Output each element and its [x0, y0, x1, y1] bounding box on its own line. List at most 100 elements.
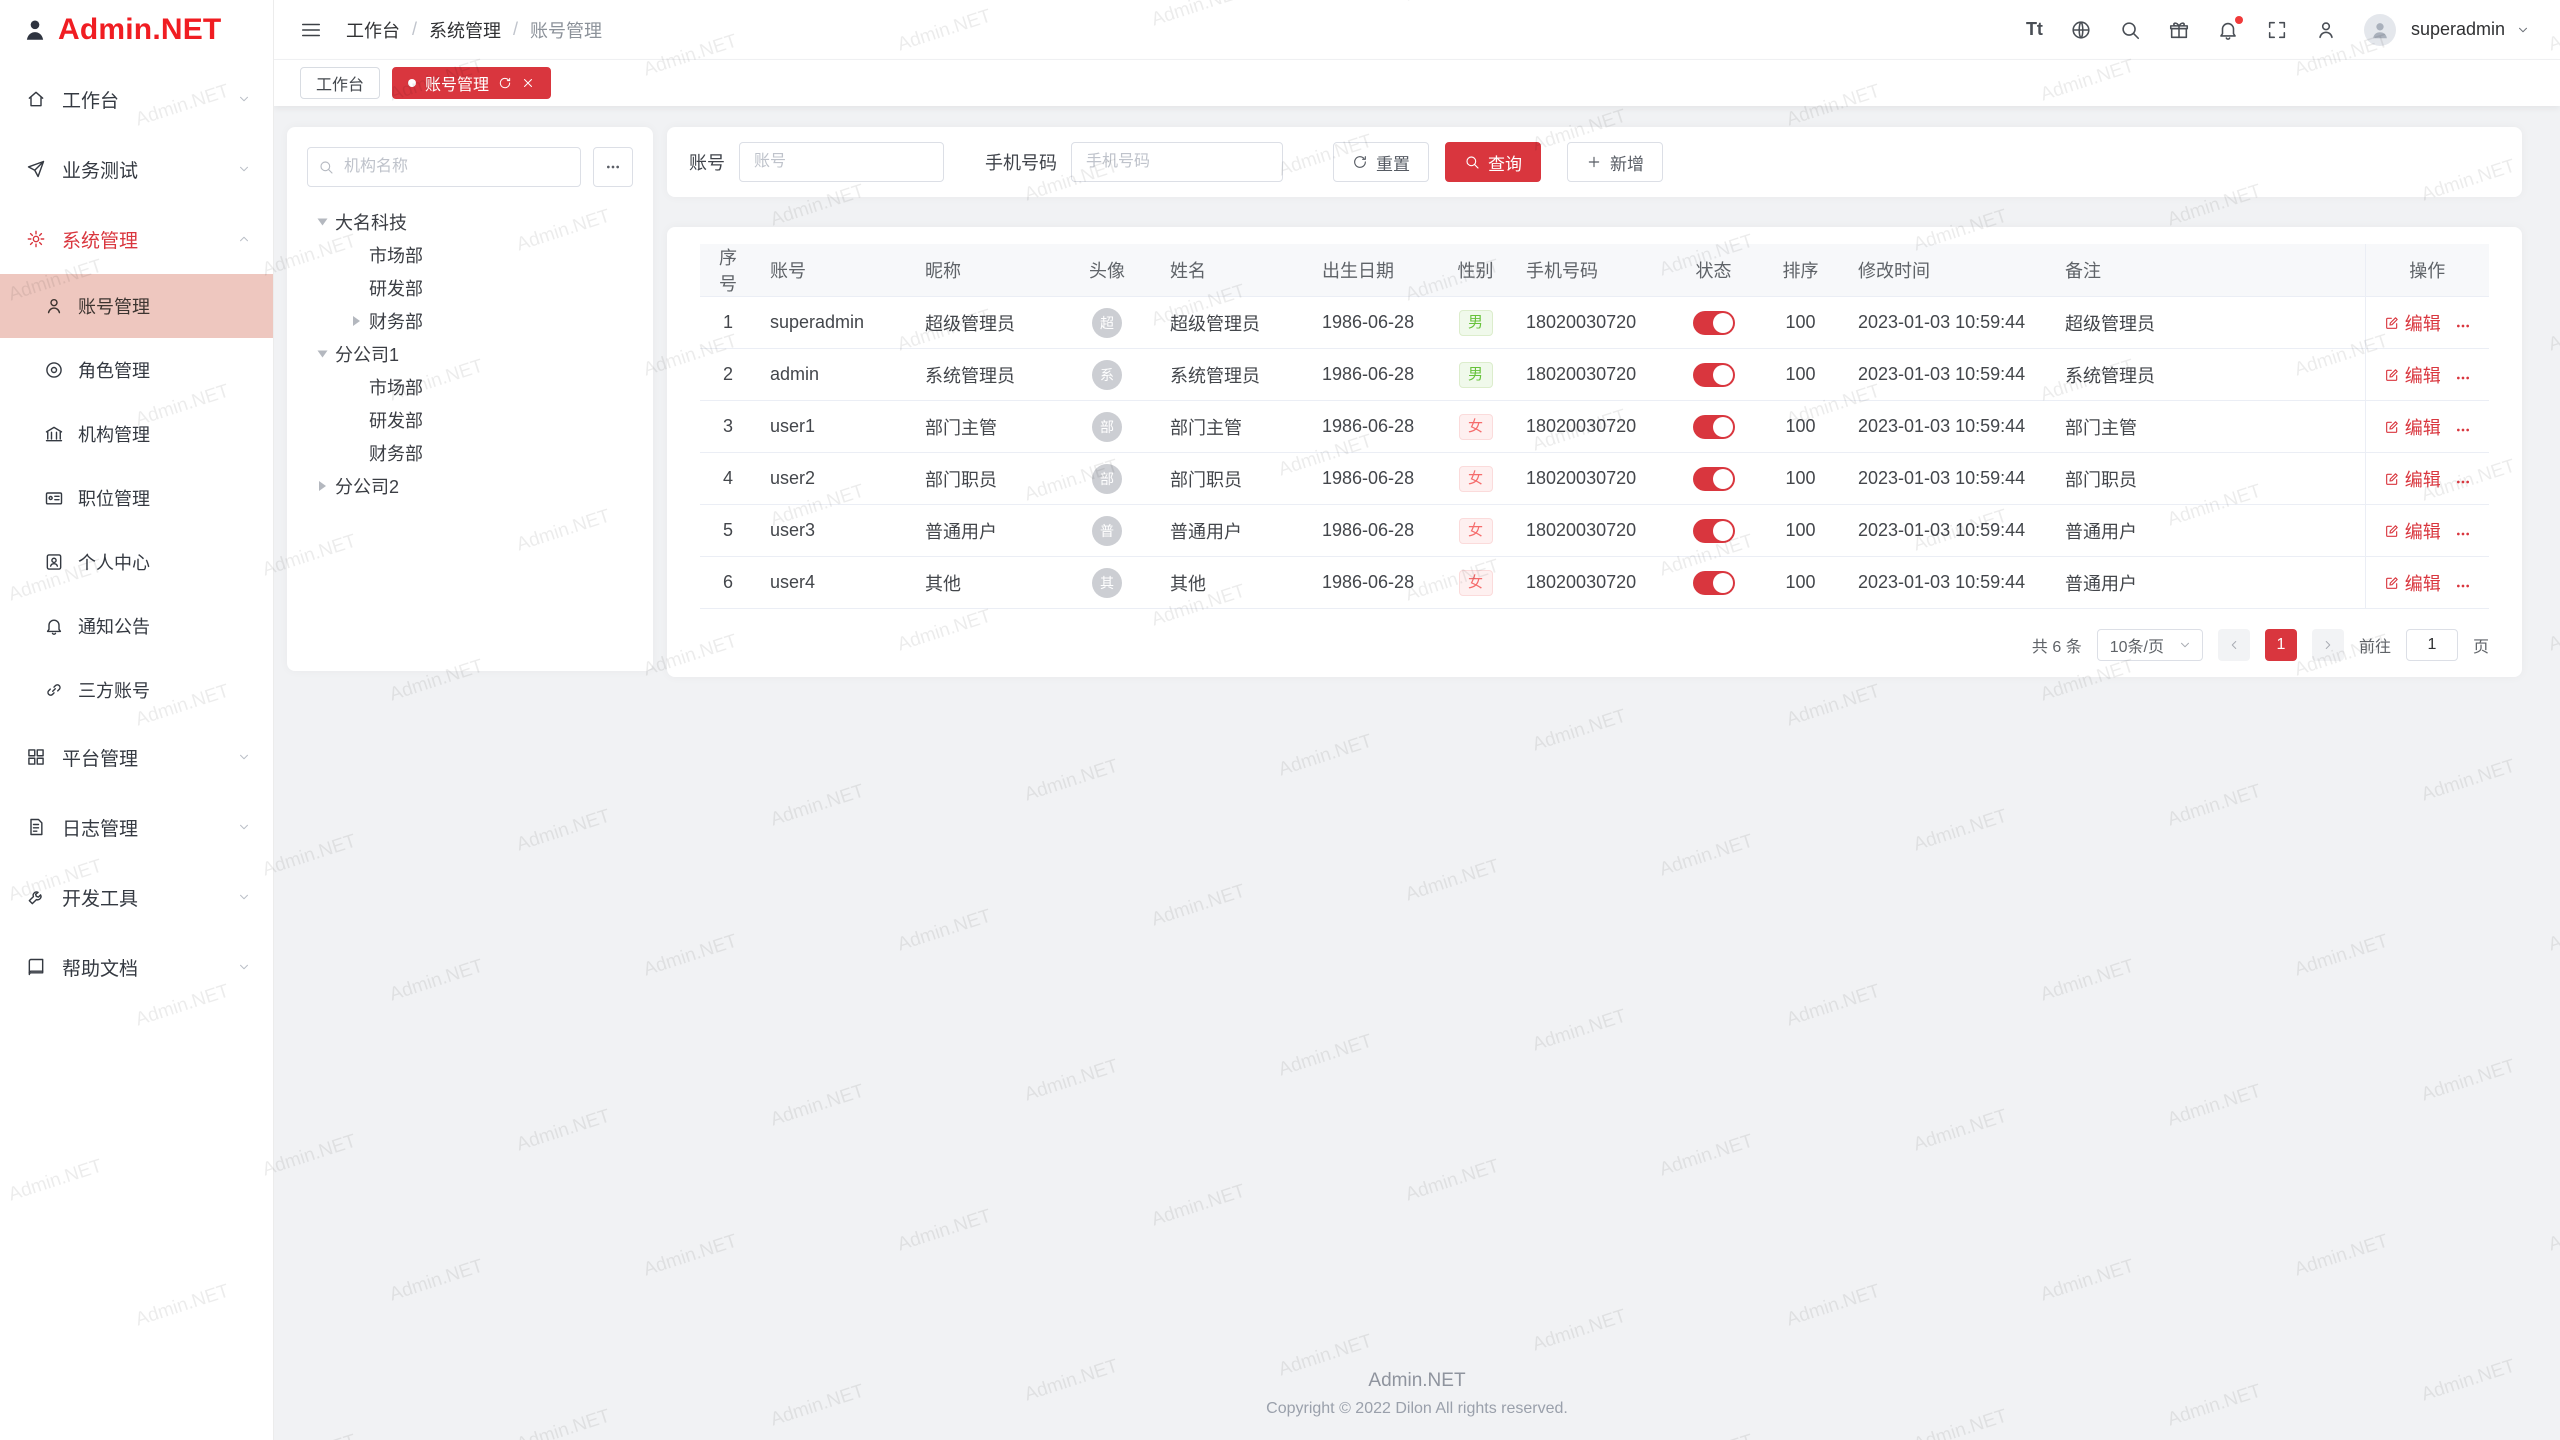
sidebar-item-org-mgmt[interactable]: 机构管理 [0, 402, 273, 466]
cell-remark: 超级管理员 [2051, 297, 2365, 349]
logo[interactable]: Admin.NET [0, 0, 273, 60]
tree-node[interactable]: 分公司1 [307, 337, 633, 370]
caret-right-icon[interactable] [319, 481, 326, 491]
font-size-icon[interactable]: Tt [2026, 19, 2043, 40]
sidebar-item-label: 日志管理 [62, 814, 138, 841]
caret-down-icon[interactable] [318, 350, 328, 357]
toggle-knob [1713, 469, 1733, 489]
sidebar-item-account-mgmt[interactable]: 账号管理 [0, 274, 273, 338]
sidebar-item-platform-mgmt[interactable]: 平台管理 [0, 722, 273, 792]
close-icon[interactable] [521, 76, 535, 90]
total-count: 共 6 条 [2032, 633, 2082, 657]
status-toggle[interactable] [1693, 571, 1735, 595]
toggle-knob [1713, 573, 1733, 593]
tree-node[interactable]: 市场部 [307, 370, 633, 403]
more-actions-button[interactable] [2455, 370, 2471, 386]
breadcrumb-item[interactable]: 工作台 [346, 17, 400, 43]
fullscreen-icon[interactable] [2266, 19, 2288, 41]
avatar: 部 [1092, 412, 1122, 442]
tree-node[interactable]: 财务部 [307, 436, 633, 469]
tab-workbench[interactable]: 工作台 [300, 67, 380, 99]
refresh-icon[interactable] [498, 76, 512, 90]
search-icon[interactable] [2119, 19, 2141, 41]
bell-icon[interactable] [2217, 19, 2239, 41]
more-actions-button[interactable] [2455, 474, 2471, 490]
chevron-down-icon[interactable] [2516, 23, 2530, 37]
sidebar-item-workbench[interactable]: 工作台 [0, 64, 273, 134]
reset-button[interactable]: 重置 [1333, 142, 1429, 182]
sidebar-item-help-docs[interactable]: 帮助文档 [0, 932, 273, 1002]
page-size-value: 10条/页 [2110, 633, 2164, 657]
sidebar-item-thirdparty-account[interactable]: 三方账号 [0, 658, 273, 722]
tree-node-label: 财务部 [369, 440, 423, 466]
cell-avatar: 部 [1058, 453, 1156, 505]
table-row: 5 user3 普通用户 普 普通用户 1986-06-28 女 1802003… [700, 505, 2489, 557]
breadcrumb-item[interactable]: 系统管理 [429, 17, 501, 43]
sidebar-item-notice[interactable]: 通知公告 [0, 594, 273, 658]
bell-icon [44, 616, 64, 636]
username[interactable]: superadmin [2411, 19, 2505, 40]
cell-remark: 普通用户 [2051, 557, 2365, 609]
gift-icon[interactable] [2168, 19, 2190, 41]
edit-button[interactable]: 编辑 [2384, 414, 2441, 440]
tree-node-label: 分公司2 [335, 473, 399, 499]
more-actions-button[interactable] [2455, 578, 2471, 594]
tree-node[interactable]: 大名科技 [307, 205, 633, 238]
org-tree: 大名科技 市场部 研发部 财务部 分公司1 市场部 研发部 财务部 分公司2 [307, 187, 633, 502]
caret-right-icon[interactable] [353, 316, 360, 326]
edit-button[interactable]: 编辑 [2384, 466, 2441, 492]
caret-down-icon[interactable] [318, 218, 328, 225]
col-remark: 备注 [2051, 244, 2365, 297]
cell-modified: 2023-01-03 10:59:44 [1844, 557, 2051, 609]
goto-page-input[interactable] [2406, 629, 2458, 661]
status-toggle[interactable] [1693, 467, 1735, 491]
tree-node[interactable]: 研发部 [307, 271, 633, 304]
refresh-icon [1352, 154, 1368, 170]
edit-button[interactable]: 编辑 [2384, 518, 2441, 544]
sidebar-item-dev-tools[interactable]: 开发工具 [0, 862, 273, 932]
account-input[interactable] [739, 142, 944, 182]
status-toggle[interactable] [1693, 415, 1735, 439]
sidebar-item-role-mgmt[interactable]: 角色管理 [0, 338, 273, 402]
edit-button[interactable]: 编辑 [2384, 570, 2441, 596]
phone-input[interactable] [1071, 142, 1283, 182]
sidebar: Admin.NET 工作台 业务测试 系统管理 账号管理 角色管理 机构管理 [0, 0, 274, 1440]
sidebar-item-log-mgmt[interactable]: 日志管理 [0, 792, 273, 862]
more-actions-button[interactable] [2455, 526, 2471, 542]
status-toggle[interactable] [1693, 363, 1735, 387]
col-phone: 手机号码 [1512, 244, 1670, 297]
more-actions-button[interactable] [2455, 422, 2471, 438]
tree-node[interactable]: 市场部 [307, 238, 633, 271]
edit-button[interactable]: 编辑 [2384, 362, 2441, 388]
cell-account: admin [756, 349, 911, 401]
cell-avatar: 部 [1058, 401, 1156, 453]
gender-badge: 男 [1459, 362, 1493, 388]
org-search-input[interactable] [307, 147, 581, 187]
sidebar-item-profile-center[interactable]: 个人中心 [0, 530, 273, 594]
avatar[interactable] [2364, 14, 2396, 46]
book-icon [26, 957, 46, 977]
status-toggle[interactable] [1693, 311, 1735, 335]
tab-account-mgmt[interactable]: 账号管理 [392, 67, 551, 99]
add-button[interactable]: 新增 [1567, 142, 1663, 182]
sidebar-item-position-mgmt[interactable]: 职位管理 [0, 466, 273, 530]
cell-order: 100 [1757, 505, 1844, 557]
user-icon[interactable] [2315, 19, 2337, 41]
sidebar-item-biz-test[interactable]: 业务测试 [0, 134, 273, 204]
edit-button[interactable]: 编辑 [2384, 310, 2441, 336]
language-globe-icon[interactable] [2070, 19, 2092, 41]
page-number-button[interactable]: 1 [2265, 629, 2297, 661]
search-button[interactable]: 查询 [1445, 142, 1541, 182]
more-actions-button[interactable] [2455, 318, 2471, 334]
search-icon [1464, 154, 1480, 170]
org-more-button[interactable] [593, 147, 633, 187]
sidebar-item-system-mgmt[interactable]: 系统管理 [0, 204, 273, 274]
hamburger-menu-icon[interactable] [300, 19, 322, 41]
tree-node[interactable]: 分公司2 [307, 469, 633, 502]
tree-node[interactable]: 财务部 [307, 304, 633, 337]
tree-node[interactable]: 研发部 [307, 403, 633, 436]
page-size-select[interactable]: 10条/页 [2097, 629, 2203, 661]
status-toggle[interactable] [1693, 519, 1735, 543]
next-page-button[interactable] [2312, 629, 2344, 661]
prev-page-button[interactable] [2218, 629, 2250, 661]
